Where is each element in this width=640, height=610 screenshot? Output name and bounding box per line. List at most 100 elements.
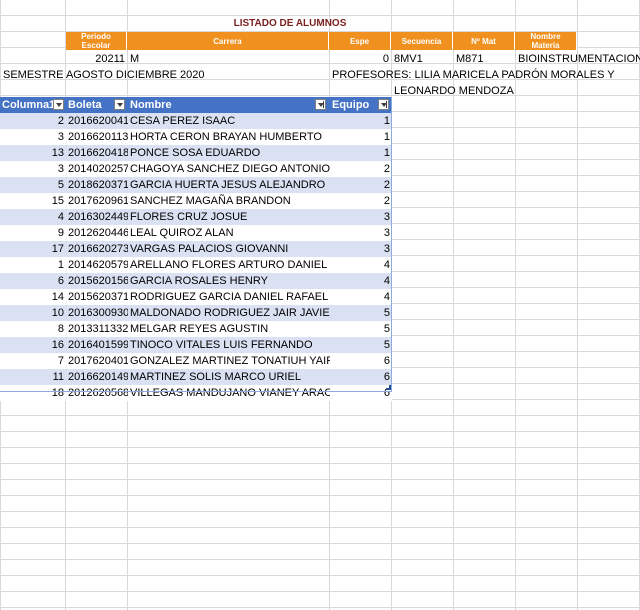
cell-columna1[interactable]: 2: [0, 113, 66, 129]
cell-nombre[interactable]: FLORES CRUZ JOSUE: [128, 209, 330, 225]
value-periodo[interactable]: 20211: [66, 51, 127, 67]
table-row[interactable]: 2 2016620041 CESA PEREZ ISAAC 1: [0, 113, 392, 129]
cell-nombre[interactable]: MARTINEZ SOLIS MARCO URIEL: [128, 369, 330, 385]
table-row[interactable]: 9 2012620446 LEAL QUIROZ ALAN 3: [0, 225, 392, 241]
cell-nombre[interactable]: MELGAR REYES AGUSTIN: [128, 321, 330, 337]
cell-columna1[interactable]: 16: [0, 337, 66, 353]
table-row[interactable]: 13 2016620418 PONCE SOSA EDUARDO 1: [0, 145, 392, 161]
cell-equipo[interactable]: 4: [330, 273, 392, 289]
cell-equipo[interactable]: 3: [330, 209, 392, 225]
cell-columna1[interactable]: 3: [0, 161, 66, 177]
cell-boleta[interactable]: 2017620401: [66, 353, 128, 369]
semester-label[interactable]: SEMESTRE AGOSTO DICIEMBRE 2020: [1, 67, 261, 83]
cell-boleta[interactable]: 2015620156: [66, 273, 128, 289]
cell-boleta[interactable]: 2016620273: [66, 241, 128, 257]
cell-boleta[interactable]: 2012620568: [66, 385, 128, 401]
cell-nombre[interactable]: GONZALEZ MARTINEZ TONATIUH YAIR: [128, 353, 330, 369]
table-row[interactable]: 11 2016620149 MARTINEZ SOLIS MARCO URIEL 6: [0, 369, 392, 385]
value-secuencia[interactable]: 8MV1: [392, 51, 453, 67]
cell-nombre[interactable]: GARCIA HUERTA JESUS ALEJANDRO: [128, 177, 330, 193]
cell-boleta[interactable]: 2016620149: [66, 369, 128, 385]
cell-columna1[interactable]: 3: [0, 129, 66, 145]
cell-boleta[interactable]: 2014020257: [66, 161, 128, 177]
cell-equipo[interactable]: 5: [330, 321, 392, 337]
cell-boleta[interactable]: 2016300930: [66, 305, 128, 321]
cell-equipo[interactable]: 1: [330, 145, 392, 161]
table-row[interactable]: 10 2016300930 MALDONADO RODRIGUEZ JAIR JAV…: [0, 305, 392, 321]
professors-line-2[interactable]: LEONARDO MENDOZA: [392, 83, 542, 99]
cell-equipo[interactable]: 5: [330, 337, 392, 353]
cell-equipo[interactable]: 2: [330, 177, 392, 193]
cell-nombre[interactable]: MALDONADO RODRIGUEZ JAIR JAVIER: [128, 305, 330, 321]
cell-boleta[interactable]: 2016620113: [66, 129, 128, 145]
table-row[interactable]: 6 2015620156 GARCIA ROSALES HENRY 4: [0, 273, 392, 289]
cell-equipo[interactable]: 2: [330, 193, 392, 209]
cell-boleta[interactable]: 2015620371: [66, 289, 128, 305]
cell-nombre[interactable]: LEAL QUIROZ ALAN: [128, 225, 330, 241]
cell-boleta[interactable]: 2013311332: [66, 321, 128, 337]
cell-equipo[interactable]: 6: [330, 385, 392, 401]
professors-line-1[interactable]: PROFESORES: LILIA MARICELA PADRÓN MORALE…: [330, 67, 615, 83]
cell-equipo[interactable]: 5: [330, 305, 392, 321]
cell-columna1[interactable]: 18: [0, 385, 66, 401]
table-row[interactable]: 16 2016401599 TINOCO VITALES LUIS FERNANDO…: [0, 337, 392, 353]
cell-nombre[interactable]: PONCE SOSA EDUARDO: [128, 145, 330, 161]
cell-nombre[interactable]: TINOCO VITALES LUIS FERNANDO: [128, 337, 330, 353]
cell-columna1[interactable]: 9: [0, 225, 66, 241]
table-row[interactable]: 7 2017620401 GONZALEZ MARTINEZ TONATIUH YA…: [0, 353, 392, 369]
column-header-equipo[interactable]: Equipo: [330, 97, 392, 113]
cell-boleta[interactable]: 2017620961: [66, 193, 128, 209]
table-resize-handle[interactable]: [386, 385, 391, 390]
table-row[interactable]: 17 2016620273 VARGAS PALACIOS GIOVANNI 3: [0, 241, 392, 257]
cell-boleta[interactable]: 2016620041: [66, 113, 128, 129]
cell-columna1[interactable]: 6: [0, 273, 66, 289]
column-header-boleta[interactable]: Boleta: [66, 97, 128, 113]
cell-equipo[interactable]: 3: [330, 225, 392, 241]
table-row[interactable]: 4 2016302449 FLORES CRUZ JOSUE 3: [0, 209, 392, 225]
cell-nombre[interactable]: CHAGOYA SANCHEZ DIEGO ANTONIO: [128, 161, 330, 177]
cell-equipo[interactable]: 3: [330, 241, 392, 257]
cell-equipo[interactable]: 1: [330, 129, 392, 145]
column-header-nombre[interactable]: Nombre: [128, 97, 330, 113]
cell-columna1[interactable]: 4: [0, 209, 66, 225]
cell-nombre[interactable]: ARELLANO FLORES ARTURO DANIEL: [128, 257, 330, 273]
filter-dropdown-icon[interactable]: [114, 99, 125, 110]
cell-columna1[interactable]: 14: [0, 289, 66, 305]
cell-equipo[interactable]: 6: [330, 353, 392, 369]
cell-equipo[interactable]: 4: [330, 289, 392, 305]
table-row[interactable]: 14 2015620371 RODRIGUEZ GARCIA DANIEL RAFA…: [0, 289, 392, 305]
cell-equipo[interactable]: 4: [330, 257, 392, 273]
cell-boleta[interactable]: 2014620579: [66, 257, 128, 273]
cell-nombre[interactable]: RODRIGUEZ GARCIA DANIEL RAFAEL: [128, 289, 330, 305]
cell-columna1[interactable]: 17: [0, 241, 66, 257]
table-row[interactable]: 15 2017620961 SANCHEZ MAGAÑA BRANDON 2: [0, 193, 392, 209]
cell-boleta[interactable]: 2012620446: [66, 225, 128, 241]
table-row[interactable]: 1 2014620579 ARELLANO FLORES ARTURO DANIEL…: [0, 257, 392, 273]
table-row[interactable]: 5 2018620371 GARCIA HUERTA JESUS ALEJANDRO…: [0, 177, 392, 193]
cell-columna1[interactable]: 7: [0, 353, 66, 369]
sort-filter-icon[interactable]: [315, 99, 326, 110]
cell-columna1[interactable]: 5: [0, 177, 66, 193]
cell-columna1[interactable]: 13: [0, 145, 66, 161]
value-carrera[interactable]: M: [128, 51, 328, 67]
table-row[interactable]: 3 2014020257 CHAGOYA SANCHEZ DIEGO ANTONIO…: [0, 161, 392, 177]
cell-boleta[interactable]: 2016620418: [66, 145, 128, 161]
cell-columna1[interactable]: 1: [0, 257, 66, 273]
cell-equipo[interactable]: 6: [330, 369, 392, 385]
cell-equipo[interactable]: 2: [330, 161, 392, 177]
cell-boleta[interactable]: 2016401599: [66, 337, 128, 353]
cell-nombre[interactable]: VILLEGAS MANDUJANO VIANEY ARACELI: [128, 385, 330, 401]
column-header-columna1[interactable]: Columna1: [0, 97, 66, 113]
cell-columna1[interactable]: 15: [0, 193, 66, 209]
cell-nombre[interactable]: GARCIA ROSALES HENRY: [128, 273, 330, 289]
cell-nombre[interactable]: CESA PEREZ ISAAC: [128, 113, 330, 129]
cell-columna1[interactable]: 10: [0, 305, 66, 321]
cell-boleta[interactable]: 2016302449: [66, 209, 128, 225]
table-row[interactable]: 8 2013311332 MELGAR REYES AGUSTIN 5: [0, 321, 392, 337]
value-materia[interactable]: BIOINSTRUMENTACION V: [516, 51, 640, 67]
cell-columna1[interactable]: 8: [0, 321, 66, 337]
value-espe[interactable]: 0: [330, 51, 391, 67]
cell-boleta[interactable]: 2018620371: [66, 177, 128, 193]
table-row[interactable]: 18 2012620568 VILLEGAS MANDUJANO VIANEY AR…: [0, 385, 392, 401]
table-row[interactable]: 3 2016620113 HORTA CERON BRAYAN HUMBERTO 1: [0, 129, 392, 145]
